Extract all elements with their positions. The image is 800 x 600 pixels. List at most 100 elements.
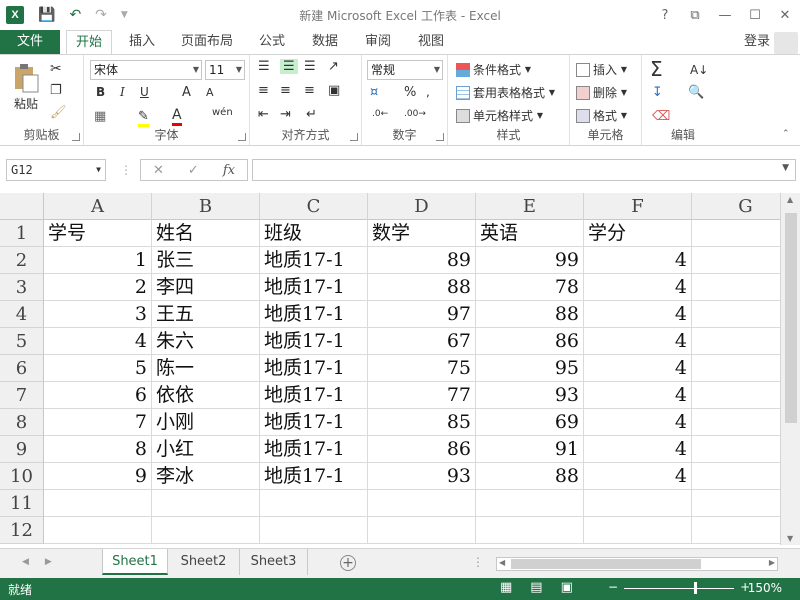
fill-icon[interactable]: ↧ (652, 85, 663, 100)
row-header-11[interactable]: 11 (0, 490, 44, 517)
cell-f5[interactable]: 4 (584, 328, 692, 355)
normal-view-icon[interactable]: ▦ (500, 580, 512, 595)
scroll-down-icon[interactable]: ▼ (787, 534, 793, 543)
cell-g5[interactable] (692, 328, 780, 355)
cell-b8[interactable]: 小刚 (152, 409, 260, 436)
cell-d9[interactable]: 86 (368, 436, 476, 463)
name-box[interactable]: G12 ▼ (6, 159, 106, 181)
bold-button[interactable]: B (96, 85, 105, 99)
cell-a1[interactable]: 学号 (44, 220, 152, 247)
formula-input[interactable]: ▼ (252, 159, 796, 181)
expand-formula-bar-icon[interactable]: ▼ (782, 163, 789, 173)
delete-cells-button[interactable]: 删除 ▼ (576, 84, 627, 101)
cell-e4[interactable]: 88 (476, 301, 584, 328)
row-header-6[interactable]: 6 (0, 355, 44, 382)
tab-review[interactable]: 审阅 (357, 30, 399, 54)
fill-color-icon[interactable]: ✎ (138, 109, 149, 127)
wrap-text-icon[interactable]: ↵ (306, 107, 317, 122)
help-button[interactable]: ? (650, 8, 680, 23)
cell-c2[interactable]: 地质17-1 (260, 247, 368, 274)
cell-g9[interactable] (692, 436, 780, 463)
cell-e2[interactable]: 99 (476, 247, 584, 274)
cell-a4[interactable]: 3 (44, 301, 152, 328)
font-launcher-icon[interactable] (238, 133, 246, 141)
currency-format-icon[interactable]: ¤ (370, 85, 378, 100)
cell-styles-button[interactable]: 单元格样式 ▼ (456, 107, 543, 124)
percent-button[interactable]: % (404, 85, 416, 100)
cell-d4[interactable]: 97 (368, 301, 476, 328)
cell-c1[interactable]: 班级 (260, 220, 368, 247)
cell-c9[interactable]: 地质17-1 (260, 436, 368, 463)
cell-g7[interactable] (692, 382, 780, 409)
row-header-1[interactable]: 1 (0, 220, 44, 247)
cell-d2[interactable]: 89 (368, 247, 476, 274)
maximize-button[interactable]: ☐ (740, 8, 770, 23)
row-header-5[interactable]: 5 (0, 328, 44, 355)
scroll-right-icon[interactable]: ▶ (769, 558, 775, 567)
row-header-9[interactable]: 9 (0, 436, 44, 463)
cell-c3[interactable]: 地质17-1 (260, 274, 368, 301)
cell-d5[interactable]: 67 (368, 328, 476, 355)
column-header-e[interactable]: E (476, 193, 584, 220)
tab-insert[interactable]: 插入 (120, 30, 164, 54)
minimize-button[interactable]: — (710, 8, 740, 23)
cell-b10[interactable]: 李冰 (152, 463, 260, 490)
number-launcher-icon[interactable] (436, 133, 444, 141)
align-top-icon[interactable]: ☰ (258, 59, 270, 74)
cell-b1[interactable]: 姓名 (152, 220, 260, 247)
cell-b3[interactable]: 李四 (152, 274, 260, 301)
cell-d12[interactable] (368, 517, 476, 544)
cell-a9[interactable]: 8 (44, 436, 152, 463)
column-header-f[interactable]: F (584, 193, 692, 220)
cell-b7[interactable]: 依依 (152, 382, 260, 409)
insert-function-icon[interactable]: fx (223, 163, 235, 178)
border-icon[interactable]: ▦ (94, 109, 106, 124)
cell-e6[interactable]: 95 (476, 355, 584, 382)
cell-f9[interactable]: 4 (584, 436, 692, 463)
cell-d7[interactable]: 77 (368, 382, 476, 409)
zoom-out-button[interactable]: − (608, 580, 618, 594)
clear-icon[interactable]: ⌫ (652, 109, 670, 124)
cell-g1[interactable] (692, 220, 780, 247)
tab-split-grip-icon[interactable]: ⋮ (472, 555, 484, 569)
cell-g11[interactable] (692, 490, 780, 517)
scroll-up-icon[interactable]: ▲ (787, 195, 793, 204)
horizontal-scroll-thumb[interactable] (511, 559, 701, 569)
column-header-a[interactable]: A (44, 193, 152, 220)
cell-c7[interactable]: 地质17-1 (260, 382, 368, 409)
cancel-icon[interactable]: ✕ (153, 163, 164, 178)
increase-indent-icon[interactable]: ⇥ (280, 107, 291, 122)
align-middle-icon[interactable]: ☰ (280, 59, 298, 74)
sheet-nav-arrows-icon[interactable]: ◀▶ (22, 557, 68, 567)
scroll-left-icon[interactable]: ◀ (499, 558, 505, 567)
avatar[interactable] (774, 32, 798, 54)
cell-a12[interactable] (44, 517, 152, 544)
cell-a6[interactable]: 5 (44, 355, 152, 382)
cell-d10[interactable]: 93 (368, 463, 476, 490)
cell-a3[interactable]: 2 (44, 274, 152, 301)
tab-file[interactable]: 文件 (0, 30, 60, 54)
collapse-ribbon-icon[interactable]: ⌃ (782, 129, 790, 139)
cell-g10[interactable] (692, 463, 780, 490)
vertical-scrollbar[interactable]: ▲ ▼ (780, 193, 800, 545)
cell-e5[interactable]: 86 (476, 328, 584, 355)
cell-d1[interactable]: 数学 (368, 220, 476, 247)
cell-g2[interactable] (692, 247, 780, 274)
cell-e9[interactable]: 91 (476, 436, 584, 463)
tab-view[interactable]: 视图 (410, 30, 452, 54)
merge-center-icon[interactable]: ▣ (328, 83, 340, 98)
vertical-scroll-thumb[interactable] (785, 213, 797, 423)
page-break-view-icon[interactable]: ▣ (561, 580, 573, 595)
worksheet-grid[interactable]: A B C D E F G 1 学号 姓名 班级 数学 英语 学分 2 1 张三 地质17-1 89 99 4 3 2 李四地… (0, 193, 780, 545)
row-header-10[interactable]: 10 (0, 463, 44, 490)
sheet-tab-2[interactable]: Sheet2 (168, 549, 240, 575)
zoom-knob[interactable] (694, 581, 698, 594)
cell-g4[interactable] (692, 301, 780, 328)
tab-page-layout[interactable]: 页面布局 (176, 30, 238, 54)
horizontal-scrollbar[interactable]: ◀ ▶ (496, 557, 778, 571)
cell-c6[interactable]: 地质17-1 (260, 355, 368, 382)
clipboard-launcher-icon[interactable] (72, 133, 80, 141)
cell-c11[interactable] (260, 490, 368, 517)
column-header-d[interactable]: D (368, 193, 476, 220)
cell-c5[interactable]: 地质17-1 (260, 328, 368, 355)
